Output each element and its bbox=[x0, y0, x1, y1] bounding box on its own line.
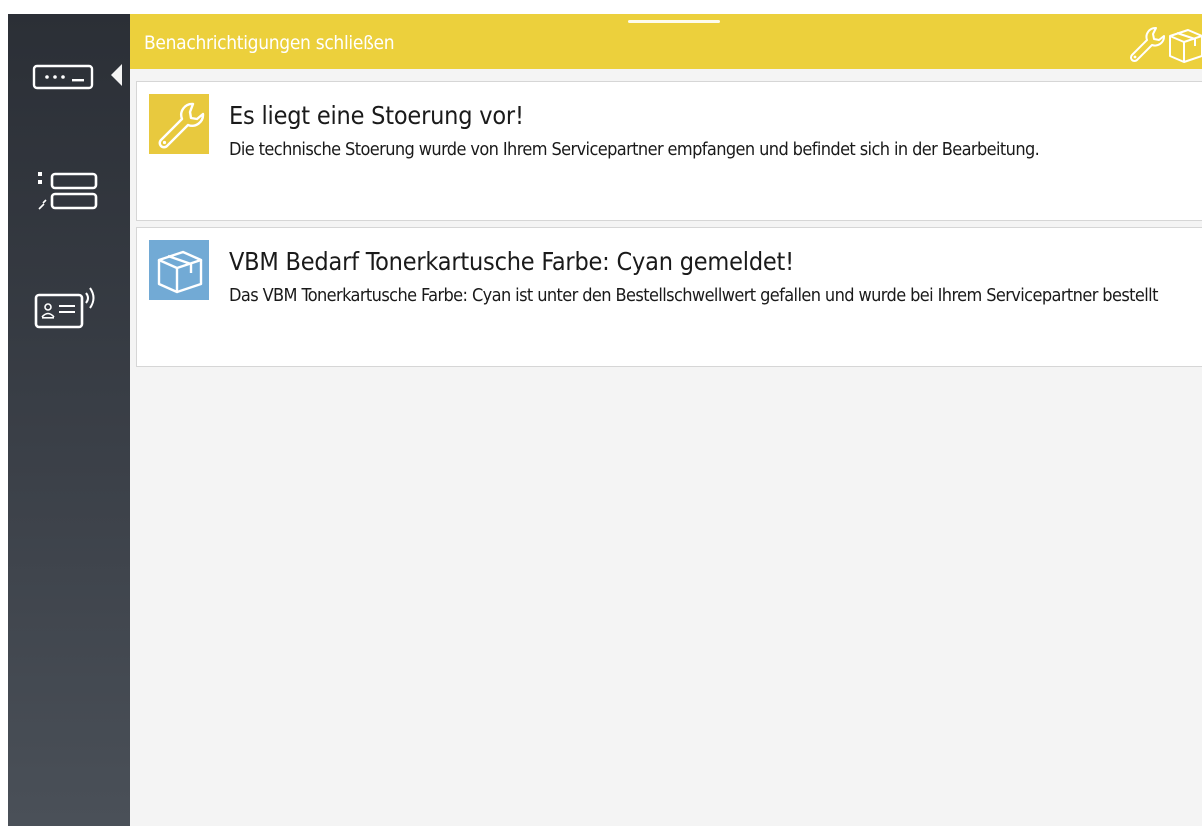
wrench-icon bbox=[149, 94, 209, 154]
notification-item[interactable]: VBM Bedarf Tonerkartusche Farbe: Cyan ge… bbox=[136, 227, 1202, 367]
sidebar-item-service-list[interactable] bbox=[36, 170, 100, 214]
notification-title: Es liegt eine Stoerung vor! bbox=[229, 101, 524, 130]
notification-text: Das VBM Tonerkartusche Farbe: Cyan ist u… bbox=[229, 285, 1158, 306]
notification-item[interactable]: Es liegt eine Stoerung vor! Die technisc… bbox=[136, 81, 1202, 221]
keyboard-icon bbox=[32, 64, 94, 90]
box-icon bbox=[1169, 29, 1202, 63]
sidebar bbox=[8, 14, 130, 826]
notification-icon-tile bbox=[149, 240, 209, 300]
drag-handle[interactable] bbox=[628, 20, 720, 23]
notification-header[interactable]: Benachrichtigungen schließen bbox=[130, 14, 1202, 69]
service-list-icon bbox=[38, 172, 98, 210]
contactless-card-icon bbox=[34, 287, 95, 329]
notification-icon-tile bbox=[149, 94, 209, 154]
sidebar-item-contactless-card[interactable] bbox=[34, 279, 100, 331]
notification-text: Die technische Stoerung wurde von Ihrem … bbox=[229, 139, 1040, 160]
box-icon bbox=[149, 240, 209, 300]
selected-pointer bbox=[111, 64, 122, 86]
close-notifications-button[interactable]: Benachrichtigungen schließen bbox=[144, 31, 395, 55]
header-icons bbox=[1126, 24, 1202, 64]
sidebar-item-keyboard[interactable] bbox=[32, 64, 94, 90]
notification-title: VBM Bedarf Tonerkartusche Farbe: Cyan ge… bbox=[229, 247, 794, 276]
wrench-icon bbox=[1129, 27, 1165, 63]
